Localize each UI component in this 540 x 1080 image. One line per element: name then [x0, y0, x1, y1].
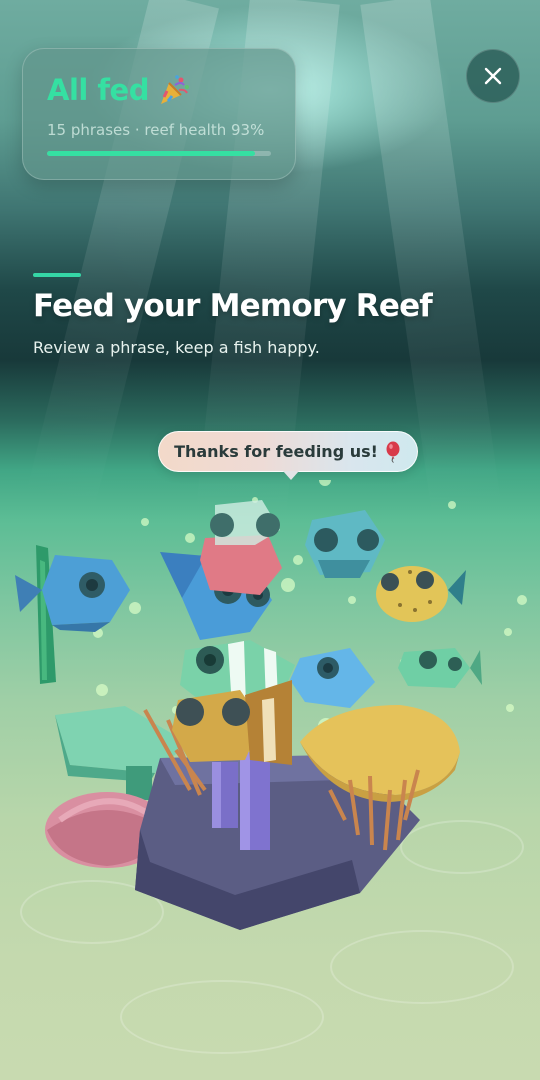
status-title: All fed [47, 73, 149, 107]
speech-bubble-text: Thanks for feeding us! [174, 442, 378, 461]
pink-fish [200, 500, 282, 595]
page-subtitle: Review a phrase, keep a fish happy. [33, 338, 320, 357]
balloon-icon [386, 441, 400, 463]
fish-speech-bubble: Thanks for feeding us! [158, 431, 418, 480]
blue-fish [290, 648, 375, 708]
headline-accent-bar [33, 273, 81, 277]
reef-health-bar [47, 151, 271, 156]
status-title-row: All fed [47, 73, 271, 107]
page-title: Feed your Memory Reef [33, 288, 433, 324]
feeding-status-card: All fed 15 phrases · reef health 93% [22, 48, 296, 180]
reef-health-fill [47, 151, 256, 156]
status-summary: 15 phrases · reef health 93% [47, 121, 265, 139]
green-fish [398, 648, 482, 688]
gold-fish [172, 680, 292, 765]
party-popper-icon [160, 75, 189, 104]
puffer-fish [376, 566, 466, 622]
close-button[interactable] [466, 49, 520, 103]
teal-fish [305, 510, 385, 578]
memory-reef [15, 480, 527, 930]
blue-fish [15, 555, 130, 632]
close-icon [484, 67, 502, 85]
